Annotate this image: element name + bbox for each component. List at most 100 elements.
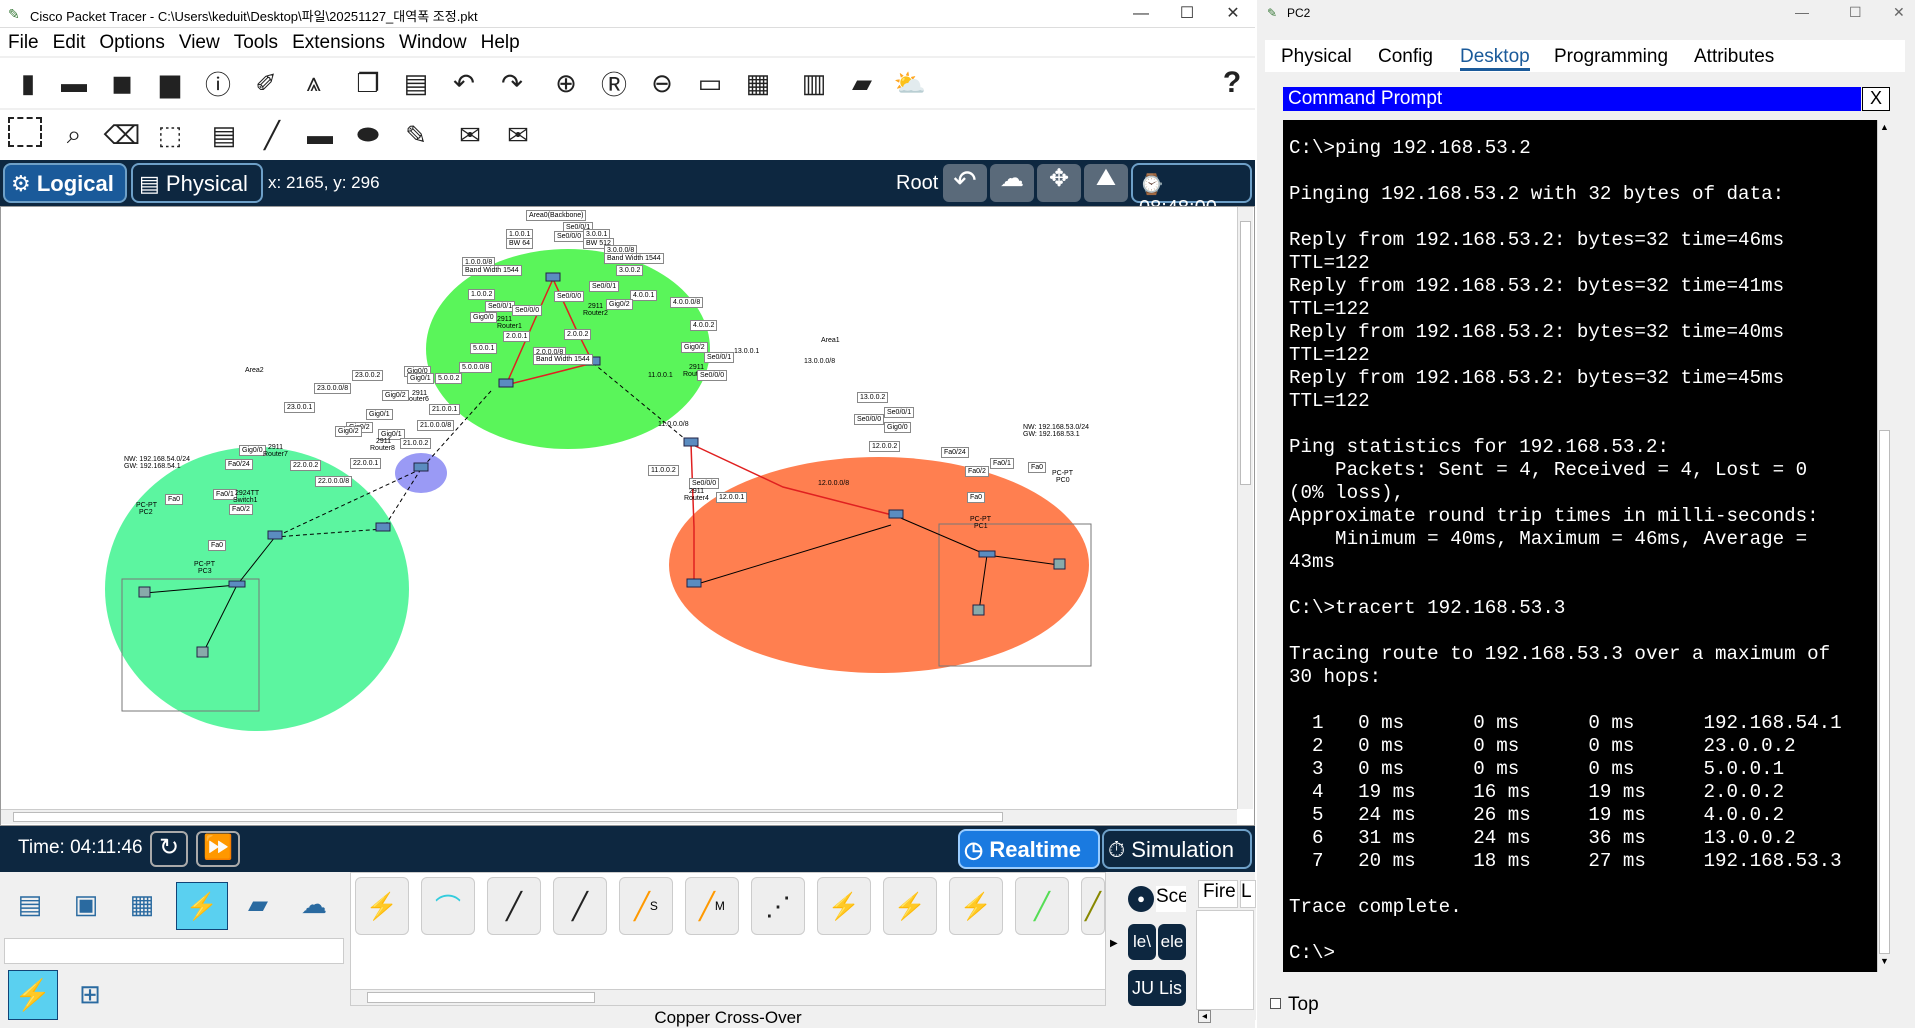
zoom-in-icon[interactable]: ⊕ bbox=[548, 65, 584, 101]
custom-devices-icon[interactable]: ▦ bbox=[740, 65, 776, 101]
pc2-minimize-button[interactable]: — bbox=[1795, 4, 1809, 20]
info-icon[interactable]: ⓘ bbox=[200, 65, 236, 101]
move-icon[interactable]: ✥ bbox=[1037, 164, 1081, 202]
note-icon[interactable]: ▤ bbox=[206, 117, 242, 153]
add-simple-pdu-icon[interactable]: ✉ bbox=[452, 117, 488, 153]
auto-connect-icon[interactable]: ⚡ bbox=[355, 877, 409, 935]
new-scenario-button[interactable]: le\ bbox=[1128, 924, 1156, 960]
coaxial-icon[interactable]: ⚡ bbox=[817, 877, 871, 935]
fast-forward-icon[interactable]: ⏩ bbox=[196, 831, 240, 867]
connection-hscroll-thumb[interactable] bbox=[367, 992, 595, 1003]
tab-config[interactable]: Config bbox=[1378, 46, 1433, 68]
console-cable-icon[interactable]: ⌒ bbox=[421, 877, 475, 935]
menu-options[interactable]: Options bbox=[91, 28, 170, 54]
panel-expand-arrow[interactable]: ▶ bbox=[1110, 938, 1118, 949]
serial-dte-icon[interactable]: ⚡ bbox=[949, 877, 1003, 935]
router7-icon[interactable] bbox=[267, 530, 283, 540]
vscroll-thumb[interactable] bbox=[1240, 221, 1251, 485]
router5-icon[interactable] bbox=[888, 509, 904, 519]
hscroll-thumb[interactable] bbox=[13, 812, 1003, 822]
router3-icon[interactable] bbox=[683, 437, 699, 447]
delete-icon[interactable]: ⌫ bbox=[104, 117, 141, 153]
back-icon[interactable]: ↶ bbox=[943, 164, 987, 202]
realtime-tab[interactable]: ◷ Realtime bbox=[958, 829, 1100, 869]
tab-attributes[interactable]: Attributes bbox=[1694, 46, 1774, 68]
select-icon[interactable] bbox=[8, 117, 42, 147]
menu-file[interactable]: File bbox=[0, 28, 45, 54]
scenario-dropdown[interactable]: Sce bbox=[1156, 886, 1186, 912]
connection-hscrollbar[interactable] bbox=[351, 989, 1105, 1005]
phone-cable-icon[interactable]: ⋰ bbox=[751, 877, 805, 935]
inspect-icon[interactable]: ⌕ bbox=[56, 117, 92, 153]
pdu-scroll-left[interactable]: ◂ bbox=[1198, 1010, 1212, 1023]
router1-icon[interactable] bbox=[498, 378, 514, 388]
router6-icon[interactable] bbox=[413, 462, 429, 472]
maximize-button[interactable]: ☐ bbox=[1164, 0, 1210, 28]
top-checkbox[interactable] bbox=[1270, 998, 1281, 1009]
connections-icon[interactable]: ⚡ bbox=[176, 882, 228, 930]
text-file-icon[interactable]: ▥ bbox=[796, 65, 832, 101]
scroll-down-arrow[interactable]: ▼ bbox=[1880, 956, 1889, 966]
multiuser-icon[interactable]: ☁ bbox=[292, 882, 336, 926]
add-complex-pdu-icon[interactable]: ✉ bbox=[500, 117, 536, 153]
router8-icon[interactable] bbox=[375, 522, 391, 532]
switch0-icon[interactable] bbox=[978, 550, 996, 558]
connections-subtype-icon[interactable]: ⚡ bbox=[8, 970, 58, 1020]
iot-cable-icon[interactable]: ╱ bbox=[1081, 877, 1105, 935]
pc1-icon[interactable] bbox=[972, 604, 985, 616]
pc2-close-button[interactable]: ✕ bbox=[1893, 4, 1905, 21]
menu-help[interactable]: Help bbox=[473, 28, 526, 54]
pc0-icon[interactable] bbox=[1053, 558, 1066, 570]
copy-icon[interactable]: ❐ bbox=[350, 65, 386, 101]
copper-crossover-icon[interactable]: ╱ bbox=[553, 877, 607, 935]
background-icon[interactable]: ⛰ bbox=[1084, 164, 1128, 202]
pc3-icon[interactable] bbox=[196, 646, 209, 658]
components-icon[interactable]: ▦ bbox=[120, 882, 164, 926]
end-devices-icon[interactable]: ▣ bbox=[64, 882, 108, 926]
terminal-scroll-thumb[interactable] bbox=[1879, 430, 1890, 954]
network-info-icon[interactable]: ⩓ bbox=[296, 65, 332, 101]
serial-dce-icon[interactable]: ⚡ bbox=[883, 877, 937, 935]
terminal-scrollbar[interactable]: ▲ ▼ bbox=[1877, 120, 1892, 972]
draw-ellipse-icon[interactable]: ⬬ bbox=[350, 117, 386, 153]
cluster-icon[interactable]: ☁ bbox=[990, 164, 1034, 202]
physical-tab[interactable]: ▤ Physical bbox=[131, 163, 263, 203]
menu-edit[interactable]: Edit bbox=[45, 28, 92, 54]
close-button[interactable]: ✕ bbox=[1210, 0, 1256, 28]
device-dialog-icon[interactable]: ▰ bbox=[844, 65, 880, 101]
menu-view[interactable]: View bbox=[171, 28, 226, 54]
print-icon[interactable]: ▆ bbox=[152, 65, 188, 101]
router4-icon[interactable] bbox=[686, 578, 702, 588]
canvas-hscrollbar[interactable] bbox=[1, 809, 1237, 824]
fiber-multi-mode-icon[interactable]: ╱ M bbox=[685, 877, 739, 935]
delete-scenario-button[interactable]: ele bbox=[1158, 924, 1186, 960]
draw-line-icon[interactable]: ╱ bbox=[254, 117, 290, 153]
redo-icon[interactable]: ↷ bbox=[494, 65, 530, 101]
octal-cable-icon[interactable]: ╱ bbox=[1015, 877, 1069, 935]
pc2-icon[interactable] bbox=[138, 586, 151, 598]
zoom-reset-icon[interactable]: Ⓡ bbox=[596, 65, 632, 101]
logical-tab[interactable]: ⚙ Logical bbox=[3, 163, 127, 203]
menu-tools[interactable]: Tools bbox=[226, 28, 284, 54]
paste-icon[interactable]: ▤ bbox=[398, 65, 434, 101]
network-devices-icon[interactable]: ▤ bbox=[8, 882, 52, 926]
open-folder-icon[interactable]: ▬ bbox=[56, 65, 92, 101]
save-icon[interactable]: ◼ bbox=[104, 65, 140, 101]
grid-icon[interactable]: ⊞ bbox=[72, 976, 108, 1012]
minimize-button[interactable]: — bbox=[1118, 0, 1164, 28]
help-icon[interactable]: ? bbox=[1214, 65, 1250, 101]
cloud-view-icon[interactable]: ⛅ bbox=[892, 65, 928, 101]
scenario-info-icon[interactable]: ● bbox=[1128, 886, 1154, 912]
menu-window[interactable]: Window bbox=[391, 28, 473, 54]
pdu-list-button[interactable]: JU Lis bbox=[1128, 970, 1186, 1006]
power-cycle-icon[interactable]: ↻ bbox=[150, 831, 188, 867]
activity-wizard-icon[interactable]: ✐ bbox=[248, 65, 284, 101]
logical-workspace[interactable]: Area0(Backbone) Area1 Area2 Se0/0/1 Se0/… bbox=[0, 206, 1255, 826]
undo-icon[interactable]: ↶ bbox=[446, 65, 482, 101]
terminal-output[interactable]: C:\>ping 192.168.53.2 Pinging 192.168.53… bbox=[1283, 120, 1877, 972]
misc-icon[interactable]: ▰ bbox=[236, 882, 280, 926]
new-file-icon[interactable]: ▮ bbox=[10, 65, 46, 101]
tab-programming[interactable]: Programming bbox=[1554, 46, 1668, 68]
switch1-icon[interactable] bbox=[228, 580, 246, 588]
simulation-tab[interactable]: ⏱ Simulation bbox=[1102, 829, 1252, 869]
